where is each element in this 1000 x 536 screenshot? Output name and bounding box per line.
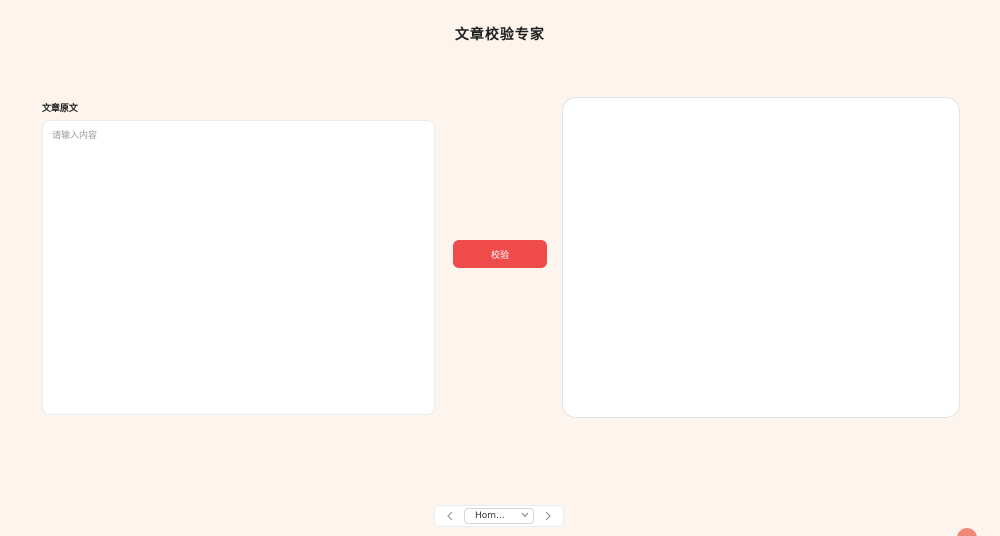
page-select-value: Hom... [475,511,505,521]
page-select[interactable]: Hom... [464,508,534,524]
article-source-label: 文章原文 [42,104,79,114]
avatar[interactable] [957,528,977,536]
page-title: 文章校验专家 [455,27,545,43]
app-page: 文章校验专家 文章原文 校验 Hom... [0,0,1000,536]
check-button[interactable]: 校验 [453,240,547,268]
article-input[interactable] [42,120,435,415]
chevron-right-icon[interactable] [541,509,555,523]
chevron-left-icon[interactable] [443,509,457,523]
result-panel [562,97,960,418]
page-switcher: Hom... [434,505,564,527]
chevron-down-icon [521,511,529,521]
